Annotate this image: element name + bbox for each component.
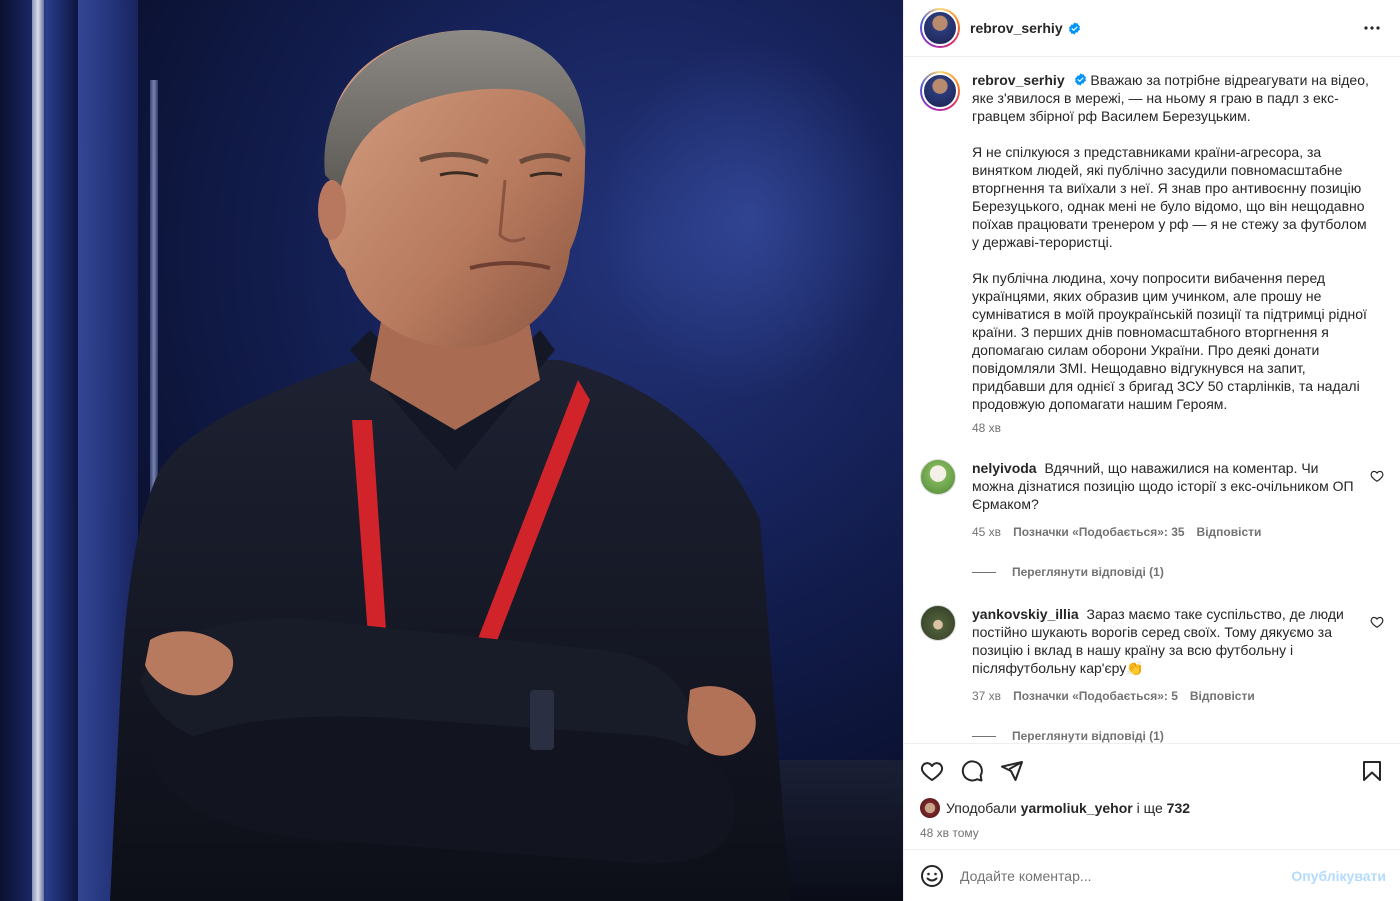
post-side-panel: rebrov_serhiy rebrov_serhiy Вважаю за по… <box>903 0 1400 901</box>
post-header: rebrov_serhiy <box>904 0 1400 57</box>
caption-avatar[interactable] <box>920 71 960 111</box>
view-replies-button[interactable]: Переглянути відповіді (1) <box>972 729 1384 743</box>
heart-icon[interactable] <box>920 759 944 783</box>
more-options-button[interactable] <box>1360 16 1384 40</box>
emoji-icon[interactable] <box>920 864 944 888</box>
coach-figure <box>110 29 790 901</box>
likes-prefix: Уподобали <box>946 800 1017 816</box>
likes-summary: Уподобали yarmoliuk_yehor і ще 732 <box>920 798 1384 818</box>
liker-username[interactable]: yarmoliuk_yehor <box>1021 800 1133 816</box>
reply-button[interactable]: Відповісти <box>1197 523 1262 541</box>
comment-item: nelyivoda Вдячний, що наважилися на коме… <box>920 459 1384 541</box>
comment-likes-count[interactable]: Позначки «Подобається»: 5 <box>1013 687 1178 705</box>
liker-avatar[interactable] <box>920 798 940 818</box>
caption-paragraph: Як публічна людина, хочу попросити вибач… <box>972 270 1367 412</box>
post-actions: Уподобали yarmoliuk_yehor і ще 732 48 хв… <box>904 743 1400 849</box>
replies-divider <box>972 571 996 573</box>
comment-timestamp[interactable]: 37 хв <box>972 687 1001 705</box>
author-avatar[interactable] <box>920 8 960 48</box>
author-username[interactable]: rebrov_serhiy <box>970 20 1063 36</box>
caption-timestamp[interactable]: 48 хв <box>972 419 1370 437</box>
comment-item: yankovskiy_illia Зараз маємо таке суспіл… <box>920 605 1384 705</box>
replies-divider <box>972 735 996 737</box>
post-caption: rebrov_serhiy Вважаю за потрібне відреаг… <box>920 71 1384 437</box>
view-replies-button[interactable]: Переглянути відповіді (1) <box>972 565 1384 579</box>
caption-paragraph: Я не спілкуюся з представниками країни-а… <box>972 144 1367 250</box>
comment-icon[interactable] <box>960 759 984 783</box>
view-replies-label: Переглянути відповіді (1) <box>1012 565 1164 579</box>
reply-button[interactable]: Відповісти <box>1190 687 1255 705</box>
share-icon[interactable] <box>1000 759 1024 783</box>
comment-heart-icon[interactable] <box>1370 615 1384 629</box>
likes-count[interactable]: 732 <box>1167 800 1190 816</box>
publish-button[interactable]: Опублікувати <box>1291 868 1386 884</box>
likes-middle: і ще <box>1136 800 1163 816</box>
comment-username[interactable]: yankovskiy_illia <box>972 606 1079 622</box>
comment-username[interactable]: nelyivoda <box>972 460 1037 476</box>
view-replies-label: Переглянути відповіді (1) <box>1012 729 1164 743</box>
instagram-post: rebrov_serhiy rebrov_serhiy Вважаю за по… <box>0 0 1400 901</box>
verified-icon <box>1074 73 1086 86</box>
comment-heart-icon[interactable] <box>1370 469 1384 483</box>
comment-likes-count[interactable]: Позначки «Подобається»: 35 <box>1013 523 1184 541</box>
comment-input[interactable] <box>960 867 1292 884</box>
comment-timestamp[interactable]: 45 хв <box>972 523 1001 541</box>
post-photo[interactable] <box>0 0 903 901</box>
comment-avatar[interactable] <box>920 605 956 641</box>
caption-username[interactable]: rebrov_serhiy <box>972 72 1065 88</box>
bookmark-icon[interactable] <box>1360 759 1384 783</box>
post-timestamp[interactable]: 48 хв тому <box>920 826 1384 840</box>
more-icon <box>1364 26 1380 30</box>
comment-avatar[interactable] <box>920 459 956 495</box>
add-comment-bar: Опублікувати <box>904 849 1400 901</box>
comments-scroll-area[interactable]: rebrov_serhiy Вважаю за потрібне відреаг… <box>904 57 1400 743</box>
verified-icon <box>1068 21 1080 35</box>
